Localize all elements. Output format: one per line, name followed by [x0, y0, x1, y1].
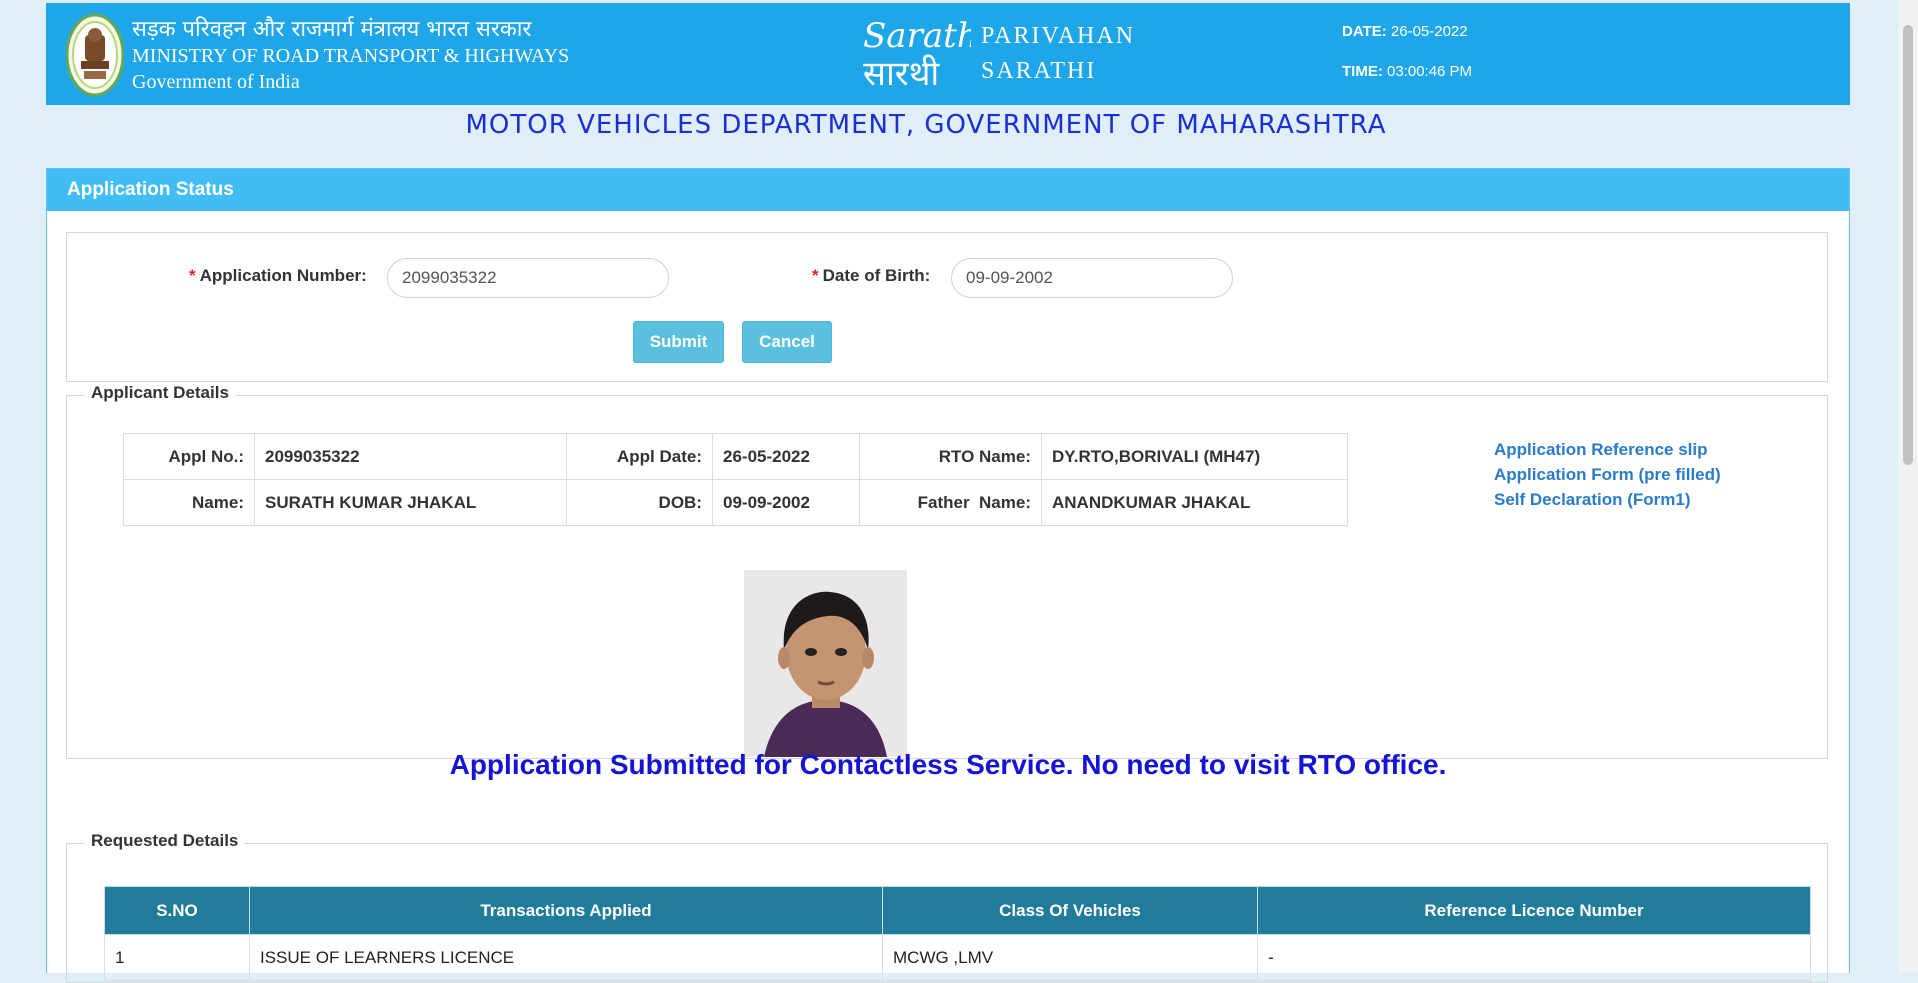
applicant-details-section: Applicant Details Appl No.: 2099035322 A…	[66, 383, 1828, 759]
column-header-reference-licence: Reference Licence Number	[1257, 886, 1811, 935]
panel-title: Application Status	[47, 169, 1849, 211]
current-date: DATE: 26-05-2022	[1342, 23, 1468, 40]
required-asterisk: *	[189, 266, 196, 285]
cell-reference-licence: -	[1257, 934, 1811, 981]
appl-date-label: Appl Date:	[566, 433, 713, 480]
name-label: Name:	[123, 479, 255, 526]
table-header-row: S.NO Transactions Applied Class Of Vehic…	[104, 886, 1811, 935]
application-reference-slip-link[interactable]: Application Reference slip	[1494, 437, 1721, 462]
contactless-service-notice: Application Submitted for Contactless Se…	[449, 749, 1447, 780]
national-emblem-logo	[66, 13, 124, 97]
requested-details-section: Requested Details S.NO Transactions Appl…	[66, 831, 1828, 983]
rto-name-label: RTO Name:	[859, 433, 1042, 480]
ministry-name-english: MINISTRY OF ROAD TRANSPORT & HIGHWAYS	[132, 45, 570, 67]
father-name-label: Father Name:	[859, 479, 1042, 526]
government-of-india: Government of India	[132, 71, 300, 93]
cell-transaction: ISSUE OF LEARNERS LICENCE	[249, 934, 883, 981]
application-number-label-text: Application Number:	[199, 266, 367, 285]
table-row: Name: SURATH KUMAR JHAKAL DOB: 09-09-200…	[123, 479, 1348, 526]
appl-no-value: 2099035322	[254, 433, 567, 480]
time-label: TIME:	[1342, 63, 1383, 80]
document-links: Application Reference slip Application F…	[1494, 437, 1721, 512]
page-scrollbar[interactable]	[1898, 0, 1918, 972]
column-header-transactions: Transactions Applied	[249, 886, 883, 935]
dob-detail-label: DOB:	[566, 479, 713, 526]
applicant-photo-image	[744, 570, 907, 757]
applicant-photo	[744, 570, 907, 757]
application-number-input[interactable]	[387, 258, 669, 298]
cell-sno: 1	[104, 934, 250, 981]
appl-no-label: Appl No.:	[123, 433, 255, 480]
sarathi-logo-english: Sarathi	[863, 16, 971, 56]
requested-details-legend: Requested Details	[85, 831, 245, 851]
dob-label-text: Date of Birth:	[822, 266, 931, 285]
department-title: MOTOR VEHICLES DEPARTMENT, GOVERNMENT OF…	[465, 110, 1387, 140]
appl-date-value: 26-05-2022	[712, 433, 860, 480]
current-time: TIME: 03:00:46 PM	[1342, 63, 1472, 80]
required-asterisk: *	[812, 266, 819, 285]
table-row: Appl No.: 2099035322 Appl Date: 26-05-20…	[123, 433, 1348, 480]
time-value: 03:00:46 PM	[1387, 63, 1473, 80]
search-form: *Application Number: *Date of Birth: Sub…	[66, 232, 1828, 382]
self-declaration-link[interactable]: Self Declaration (Form1)	[1494, 487, 1721, 512]
scrollbar-thumb[interactable]	[1903, 25, 1913, 465]
dob-input[interactable]	[951, 258, 1233, 298]
brand-parivahan: PARIVAHAN	[981, 23, 1136, 49]
application-status-panel: Application Status * Application Number: …	[46, 168, 1850, 983]
cell-class-of-vehicles: MCWG ,LMV	[882, 934, 1258, 981]
table-row: 1 ISSUE OF LEARNERS LICENCE MCWG ,LMV -	[104, 934, 1811, 981]
father-name-value: ANANDKUMAR JHAKAL	[1041, 479, 1348, 526]
dob-detail-value: 09-09-2002	[712, 479, 860, 526]
date-label: DATE:	[1342, 23, 1387, 40]
cancel-button[interactable]: Cancel	[742, 321, 832, 363]
applicant-details-table: Appl No.: 2099035322 Appl Date: 26-05-20…	[123, 433, 1348, 526]
name-value: SURATH KUMAR JHAKAL	[254, 479, 567, 526]
date-value: 26-05-2022	[1390, 23, 1468, 40]
application-number-label: * Application Number:	[189, 266, 367, 286]
column-header-class-of-vehicles: Class Of Vehicles	[882, 886, 1258, 935]
ministry-name-hindi: सड़क परिवहन और राजमार्ग मंत्रालय भारत सर…	[132, 17, 532, 42]
dob-label: * Date of Birth:	[812, 266, 930, 286]
column-header-sno: S.NO	[104, 886, 250, 935]
submit-button[interactable]: Submit	[633, 321, 724, 363]
rto-name-value: DY.RTO,BORIVALI (MH47)	[1041, 433, 1348, 480]
page: सड़क परिवहन और राजमार्ग मंत्रालय भारत सर…	[46, 0, 1850, 983]
sarathi-logo-hindi: सारथी	[863, 54, 940, 93]
applicant-details-legend: Applicant Details	[85, 383, 235, 403]
sarathi-logo: Sarathi सारथी	[863, 16, 971, 93]
application-form-link[interactable]: Application Form (pre filled)	[1494, 462, 1721, 487]
requested-details-table: S.NO Transactions Applied Class Of Vehic…	[104, 886, 1811, 981]
brand-sarathi: SARATHI	[981, 58, 1097, 84]
site-header: सड़क परिवहन और राजमार्ग मंत्रालय भारत सर…	[46, 3, 1850, 105]
